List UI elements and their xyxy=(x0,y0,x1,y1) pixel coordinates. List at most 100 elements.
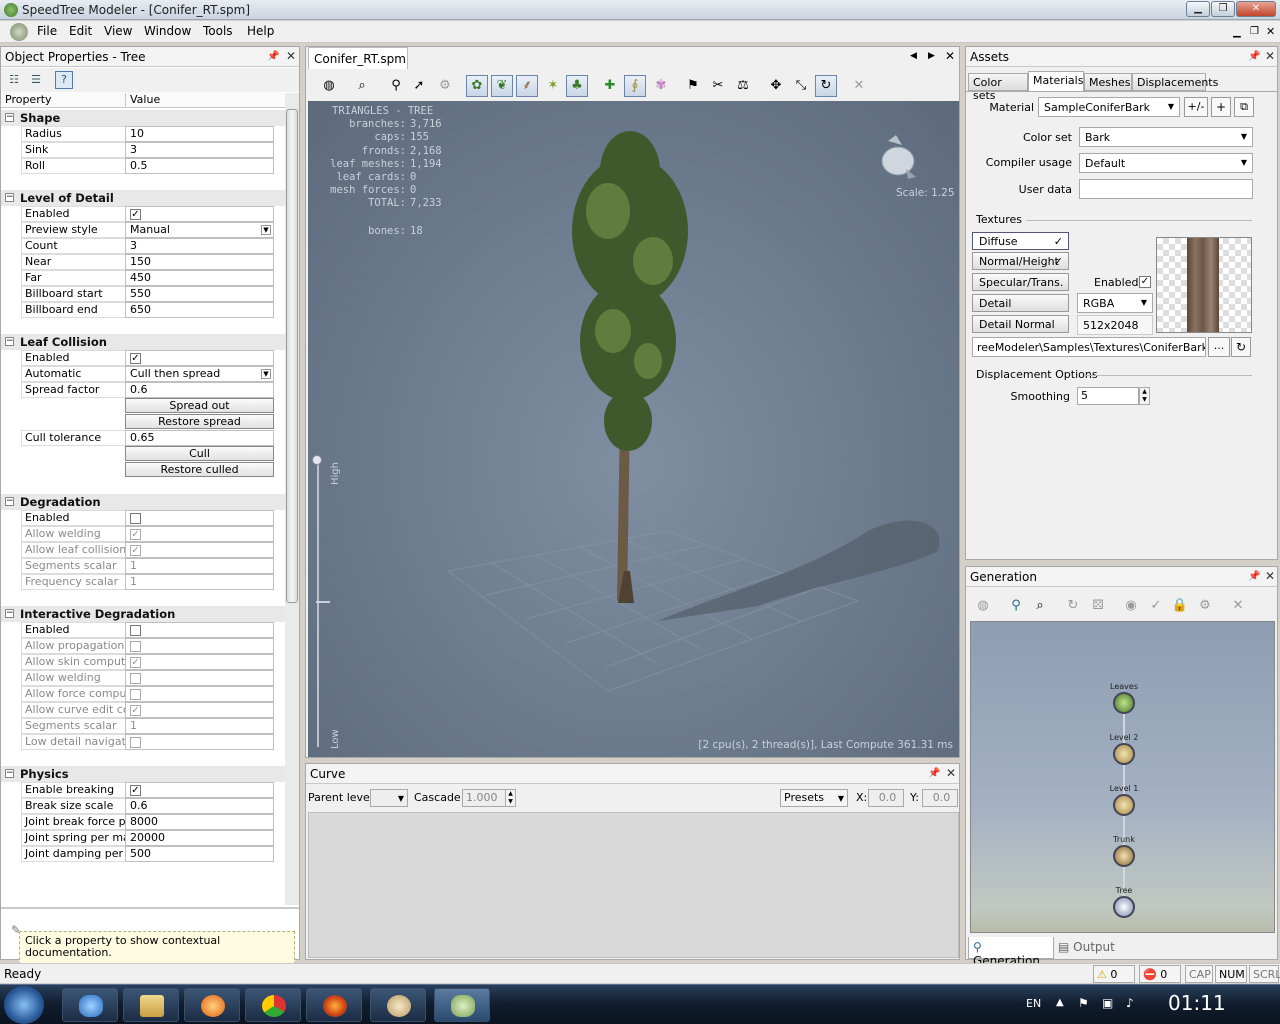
delete-icon[interactable]: ✕ xyxy=(1227,595,1249,617)
taskbar-firefox[interactable] xyxy=(306,988,362,1022)
dice-icon[interactable]: ⚄ xyxy=(1087,595,1109,617)
tex-specular-button[interactable]: Specular/Trans. xyxy=(972,273,1069,291)
delete-icon[interactable]: ✕ xyxy=(848,75,870,97)
userdata-field[interactable] xyxy=(1079,179,1253,199)
prop-d-enabled[interactable]: Enabled xyxy=(11,510,274,526)
node-select-icon[interactable]: ⚲ xyxy=(385,75,407,97)
tex-enabled-checkbox[interactable]: ✓ xyxy=(1139,276,1151,288)
close-icon[interactable]: ✕ xyxy=(1265,49,1275,63)
node-level1[interactable] xyxy=(1113,794,1135,816)
rotate-icon[interactable]: ↻ xyxy=(815,75,837,97)
prop-automatic[interactable]: Automatic Cull then spread ▼ xyxy=(11,366,274,382)
leaf-icon[interactable]: ✿ xyxy=(466,75,488,97)
doc-close-icon[interactable]: ✕ xyxy=(945,49,955,63)
prop-break-size[interactable]: Break size scale 0.6 xyxy=(11,798,274,814)
flower-icon[interactable]: ✾ xyxy=(650,75,672,97)
pin-icon[interactable]: 📌 xyxy=(928,768,940,779)
menu-window[interactable]: Window xyxy=(144,24,191,38)
node-select-icon[interactable]: ⚲ xyxy=(1005,595,1027,617)
material-add-button[interactable]: + xyxy=(1211,97,1231,117)
tab-generation[interactable]: ⚲ Generation xyxy=(968,937,1054,968)
tab-materials[interactable]: Materials xyxy=(1028,71,1084,92)
curve-editor[interactable] xyxy=(308,812,959,958)
mdi-minimize-icon[interactable]: ▁ xyxy=(1233,27,1241,38)
compass-icon[interactable]: ⚖ xyxy=(732,75,754,97)
categorized-icon[interactable]: ☷ xyxy=(5,71,23,89)
node-tree[interactable] xyxy=(1113,896,1135,918)
menu-tools[interactable]: Tools xyxy=(203,24,233,38)
flag-icon[interactable]: ⚑ xyxy=(1078,996,1089,1010)
globe-icon[interactable]: ◍ xyxy=(318,75,340,97)
taskbar-paint[interactable] xyxy=(370,988,426,1022)
smoothing-spinner[interactable]: ▲ ▼ xyxy=(1139,387,1150,405)
tab-output[interactable]: ▤ Output xyxy=(1058,940,1115,954)
prop-preview-style[interactable]: Preview style Manual ▼ xyxy=(11,222,274,238)
close-icon[interactable]: ✕ xyxy=(946,766,956,780)
close-icon[interactable]: ✕ xyxy=(286,49,296,63)
category-interactive-degradation[interactable]: − Interactive Degradation xyxy=(1,606,285,622)
volume-icon[interactable]: ♪ xyxy=(1126,996,1134,1010)
taskbar-speedtree[interactable] xyxy=(434,988,490,1022)
parent-level-select[interactable]: ▼ xyxy=(370,789,408,807)
generation-graph[interactable]: Leaves Level 2 Level 1 Trunk Tree xyxy=(970,621,1275,933)
presets-dropdown[interactable]: Presets ▼ xyxy=(780,789,848,807)
globe-icon[interactable]: ◍ xyxy=(972,595,994,617)
gear-icon[interactable]: ⚙ xyxy=(434,75,456,97)
node-leaves[interactable] xyxy=(1113,692,1135,714)
frond-icon[interactable]: ❦ xyxy=(491,75,513,97)
menu-view[interactable]: View xyxy=(104,24,132,38)
prop-count[interactable]: Count 3 xyxy=(11,238,274,254)
maximize-button[interactable]: ❐ xyxy=(1211,1,1235,17)
clock[interactable]: 01:11 xyxy=(1168,991,1226,1015)
texture-path-field[interactable]: reeModeler\Samples\Textures\ConiferBark.… xyxy=(972,337,1206,357)
colorset-select[interactable]: Bark ▼ xyxy=(1079,127,1253,147)
material-select[interactable]: SampleConiferBark ▼ xyxy=(1038,97,1180,117)
branch-icon[interactable]: ⸙ xyxy=(516,75,538,97)
check-icon[interactable]: ✓ xyxy=(1145,595,1167,617)
node-level2[interactable] xyxy=(1113,743,1135,765)
tab-displacements[interactable]: Displacements xyxy=(1132,73,1218,91)
checkbox[interactable]: ✓ xyxy=(130,353,141,364)
prop-enable-breaking[interactable]: Enable breaking ✓ xyxy=(11,782,274,798)
curve-icon[interactable]: ∮ xyxy=(624,75,646,97)
reload-icon[interactable]: ↻ xyxy=(1231,337,1251,357)
close-button[interactable]: ✕ xyxy=(1236,1,1276,17)
scale-icon[interactable]: ⤡ xyxy=(790,75,812,97)
tex-detail-button[interactable]: Detail xyxy=(972,294,1069,312)
spread-out-button[interactable]: Spread out xyxy=(125,398,274,413)
warnings-count[interactable]: ⚠ 0 xyxy=(1093,965,1135,983)
compiler-select[interactable]: Default ▼ xyxy=(1079,153,1253,173)
menu-help[interactable]: Help xyxy=(247,24,274,38)
tex-detail-normal-button[interactable]: Detail Normal xyxy=(972,315,1069,333)
tray-arrow-icon[interactable]: ▲ xyxy=(1056,997,1064,1008)
network-icon[interactable]: ▣ xyxy=(1102,996,1113,1010)
tab-meshes[interactable]: Meshes xyxy=(1084,73,1132,91)
prop-billboard-end[interactable]: Billboard end 650 xyxy=(11,302,274,318)
prop-sink[interactable]: Sink 3 xyxy=(11,142,274,158)
scrollbar-thumb[interactable] xyxy=(286,109,298,603)
y-field[interactable]: 0.0 xyxy=(922,789,958,807)
tab-color-sets[interactable]: Color sets xyxy=(968,73,1028,102)
prop-joint-spring[interactable]: Joint spring per mass 20000 xyxy=(11,830,274,846)
minimize-button[interactable]: ▁ xyxy=(1186,1,1210,17)
prop-roll[interactable]: Roll 0.5 xyxy=(11,158,274,174)
smoothing-field[interactable]: 5 xyxy=(1077,387,1139,405)
chevron-down-icon[interactable]: ▼ xyxy=(261,225,271,235)
cascade-spinner[interactable]: ▲ ▼ xyxy=(505,789,516,807)
zoom-icon[interactable]: ⌕ xyxy=(351,75,373,97)
help-icon[interactable]: ? xyxy=(55,71,73,89)
mdi-close-icon[interactable]: ✕ xyxy=(1266,25,1275,38)
add-icon[interactable]: ✚ xyxy=(599,75,621,97)
tree-icon[interactable]: ♣ xyxy=(566,75,588,97)
prop-joint-damping[interactable]: Joint damping per ... 500 xyxy=(11,846,274,862)
category-physics[interactable]: − Physics xyxy=(1,766,285,782)
3d-viewport[interactable]: TRIANGLES - TREE branches: 3,716 caps: 155… xyxy=(308,101,959,757)
pin-icon[interactable]: 📌 xyxy=(267,51,279,62)
copy-icon[interactable]: ⧉ xyxy=(1234,97,1254,117)
taskbar-ie[interactable] xyxy=(62,988,118,1022)
doc-tab[interactable]: Conifer_RT.spm xyxy=(308,47,408,69)
prop-cull-tolerance[interactable]: Cull tolerance 0.65 xyxy=(11,430,274,446)
restore-spread-button[interactable]: Restore spread xyxy=(125,414,274,429)
menu-file[interactable]: File xyxy=(37,24,57,38)
move-icon[interactable]: ✥ xyxy=(765,75,787,97)
